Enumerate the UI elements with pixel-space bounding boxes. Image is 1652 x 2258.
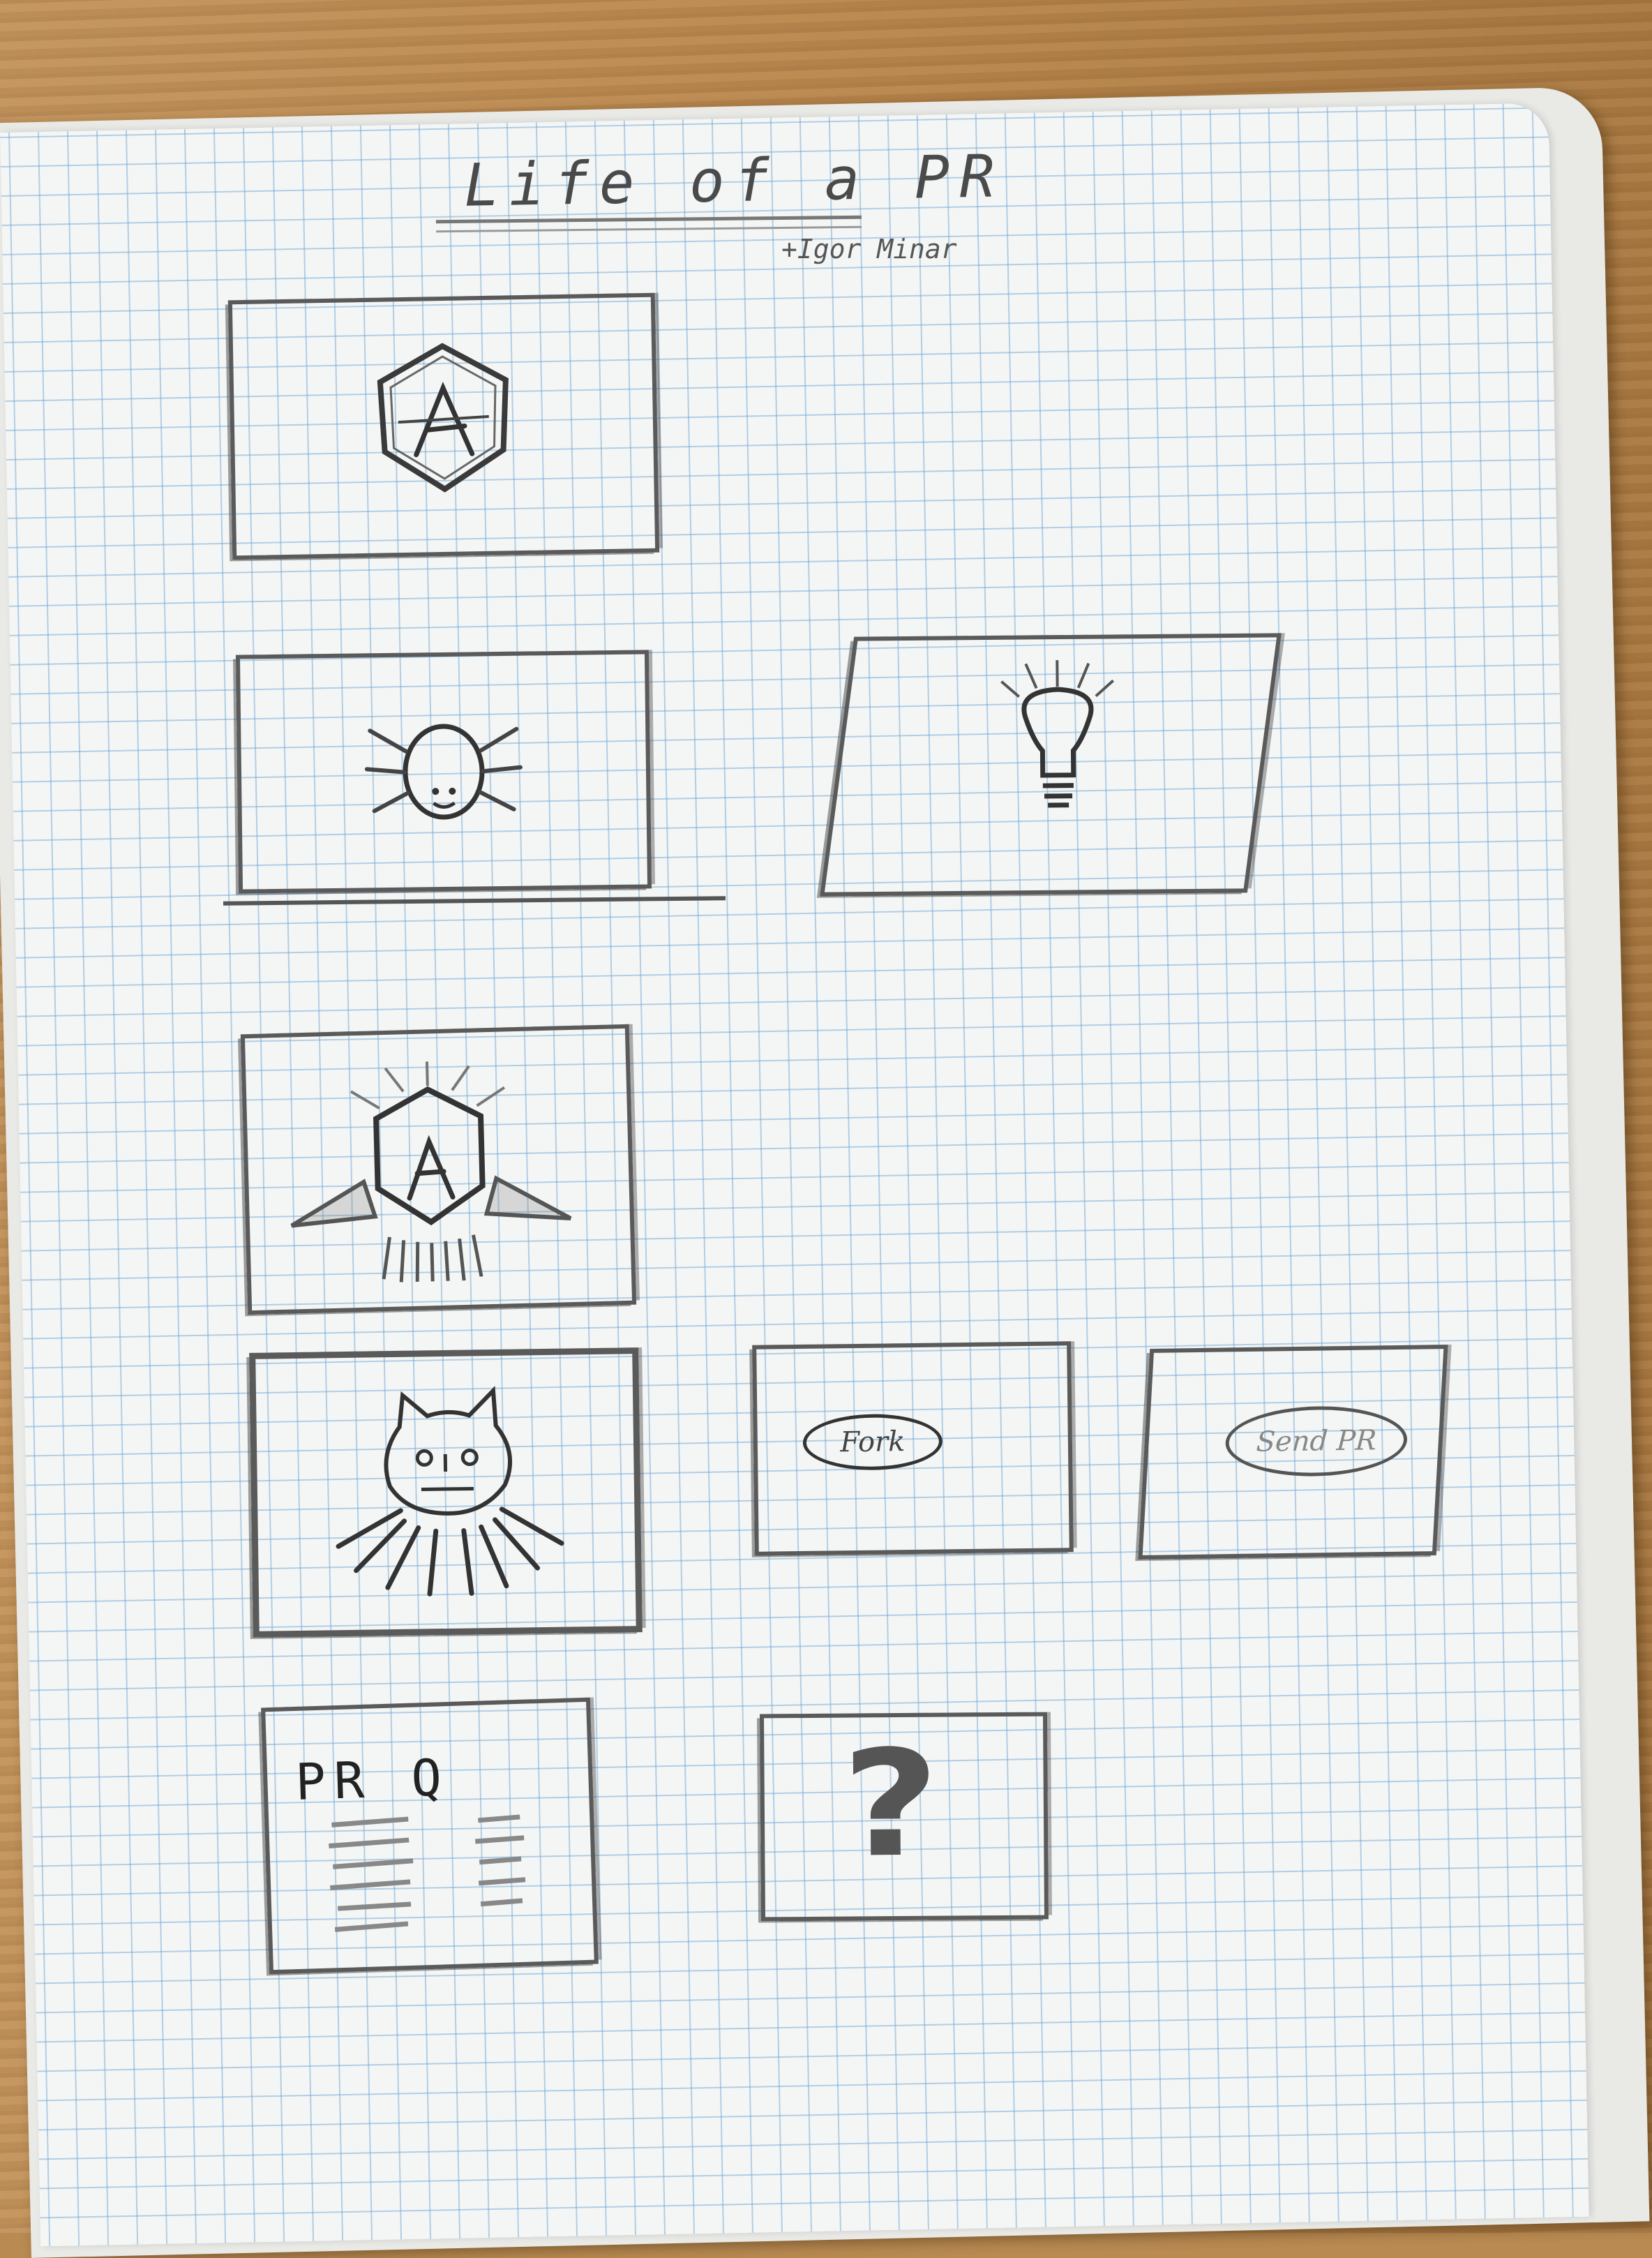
storyboard-panel-pr-queue[interactable]: PR Q: [261, 1697, 599, 1975]
bug-icon: [364, 724, 523, 820]
storyboard-panel-angular-logo[interactable]: [227, 292, 660, 560]
pr-queue-heading: PR Q: [294, 1748, 451, 1811]
page-title: Life of a PR: [463, 142, 1005, 220]
author-credit: +Igor Minar: [781, 234, 957, 264]
fork-button[interactable]: Fork: [802, 1413, 943, 1471]
octocat-icon: [336, 1386, 564, 1597]
storyboard-panel-idea[interactable]: [820, 633, 1282, 897]
storyboard-panel-bug[interactable]: [235, 650, 652, 894]
queue-list-lines: [329, 1814, 526, 1932]
angular-logo-icon: [377, 343, 509, 493]
storyboard-panel-octocat[interactable]: [249, 1347, 643, 1638]
send-pr-button[interactable]: Send PR: [1223, 1405, 1409, 1478]
lightbulb-icon: [1000, 660, 1114, 808]
storyboard-panel-send-pr[interactable]: Send PR: [1138, 1345, 1448, 1560]
storyboard-panel-fork[interactable]: Fork: [752, 1341, 1074, 1556]
question-mark-icon: ?: [841, 1718, 940, 1890]
storyboard-panel-angular-wings[interactable]: [240, 1024, 637, 1315]
winged-angular-icon: [290, 1061, 572, 1283]
storyboard-panel-question[interactable]: ?: [759, 1712, 1049, 1922]
